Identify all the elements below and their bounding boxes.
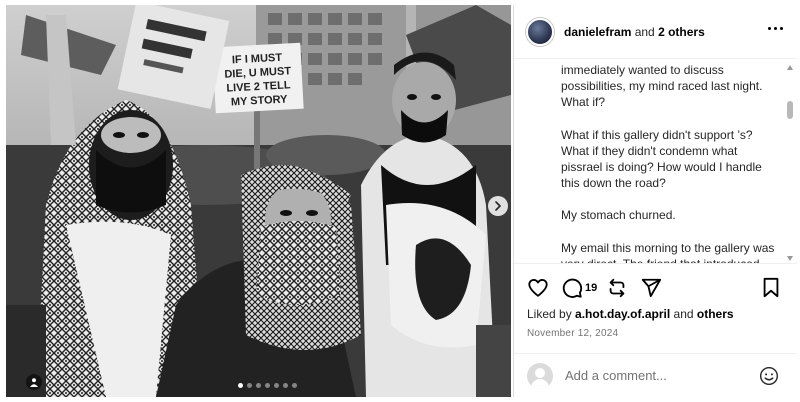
scroll-thumb[interactable] — [787, 101, 793, 119]
author-line: danielefram and 2 others — [564, 25, 705, 39]
post-modal: IF I MUST DIE, U MUST LIVE 2 TELL MY STO… — [0, 0, 800, 402]
slide-dot — [274, 383, 279, 388]
scroll-up-icon[interactable] — [787, 65, 793, 70]
chevron-right-icon — [495, 201, 501, 211]
post-side-panel: danielefram and 2 others immediately wan… — [513, 5, 797, 397]
slide-dot — [238, 383, 243, 388]
slide-dot — [256, 383, 261, 388]
liked-by-others[interactable]: others — [697, 307, 734, 321]
post-photo[interactable]: IF I MUST DIE, U MUST LIVE 2 TELL MY STO… — [6, 5, 511, 397]
likes-prefix: Liked by — [527, 307, 572, 321]
viewer-avatar — [527, 362, 553, 389]
bookmark-icon — [763, 277, 779, 298]
more-icon — [768, 27, 771, 30]
post-actions: 19 Liked by a.hot.day.of.april and other… — [514, 263, 797, 363]
caption-paragraph: immediately wanted to discuss possibilit… — [561, 63, 763, 110]
protest-photo-illustration: IF I MUST DIE, U MUST LIVE 2 TELL MY STO… — [6, 5, 511, 397]
likes-and: and — [673, 307, 694, 321]
coauthors-others[interactable]: 2 others — [658, 25, 705, 39]
action-buttons: 19 — [526, 276, 663, 300]
user-tag-icon — [30, 378, 38, 387]
next-slide-button[interactable] — [488, 196, 508, 216]
user-tag-button[interactable] — [26, 374, 42, 390]
emoji-icon — [759, 366, 779, 386]
comment-count: 19 — [585, 282, 598, 294]
more-options-button[interactable] — [768, 27, 783, 30]
post-header: danielefram and 2 others — [514, 5, 797, 59]
heart-icon — [528, 279, 548, 297]
comment-input[interactable] — [565, 368, 745, 383]
slide-dot — [265, 383, 270, 388]
caption-scroll-area[interactable]: immediately wanted to discuss possibilit… — [514, 59, 797, 263]
author-avatar[interactable] — [526, 17, 554, 46]
slide-indicator — [238, 383, 297, 388]
caption-scrollbar[interactable] — [786, 59, 794, 263]
like-button[interactable] — [526, 276, 550, 300]
comment-composer — [514, 353, 797, 397]
caption-paragraph: What if this gallery didn't support ’s? … — [561, 127, 762, 191]
post-date[interactable]: November 12, 2024 — [527, 328, 618, 339]
send-button[interactable] — [639, 276, 663, 300]
repost-icon — [609, 278, 625, 298]
repost-button[interactable] — [605, 276, 629, 300]
caption-paragraph: My email this morning to the gallery was… — [561, 240, 775, 263]
caption-paragraph: My stomach churned. — [561, 208, 676, 223]
send-icon — [642, 278, 662, 298]
liked-by-user[interactable]: a.hot.day.of.april — [575, 307, 670, 321]
comment-button[interactable] — [560, 276, 584, 300]
likes-summary: Liked by a.hot.day.of.april and others — [527, 307, 734, 321]
scroll-down-icon[interactable] — [787, 256, 793, 261]
author-username[interactable]: danielefram — [564, 25, 631, 39]
emoji-button[interactable] — [759, 366, 779, 391]
coauthors-and: and — [634, 24, 655, 39]
comment-icon — [562, 278, 583, 298]
save-button[interactable] — [759, 276, 783, 300]
slide-dot — [247, 383, 252, 388]
slide-dot — [283, 383, 288, 388]
slide-dot — [292, 383, 297, 388]
